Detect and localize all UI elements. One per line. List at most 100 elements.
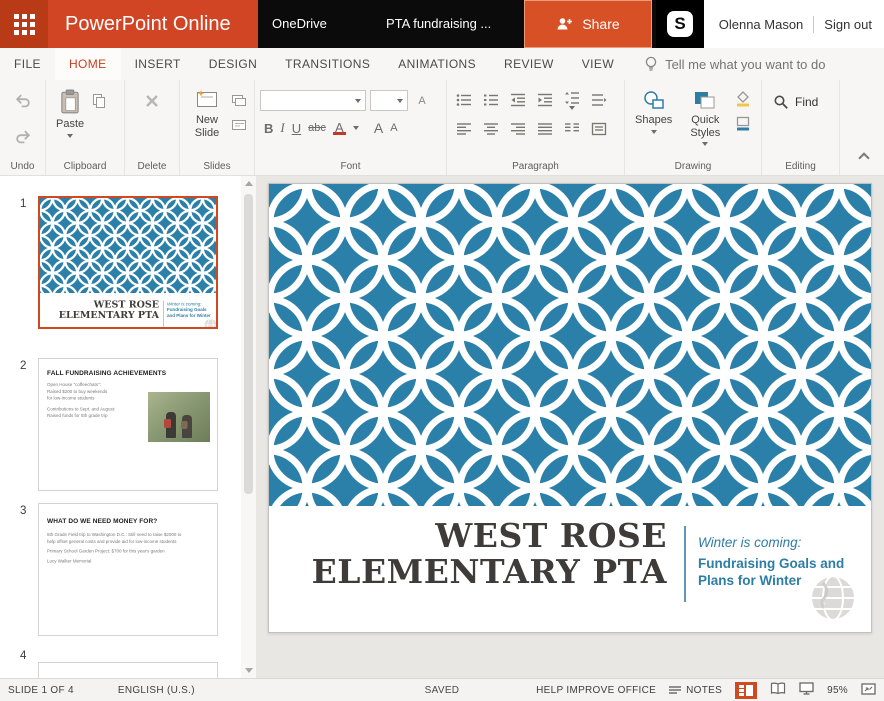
- slideshow-icon: [799, 682, 814, 695]
- find-button[interactable]: Find: [773, 94, 828, 110]
- editing-view-button[interactable]: [735, 682, 757, 699]
- notes-icon: [669, 685, 681, 695]
- tell-me-box[interactable]: Tell me what you want to do: [644, 48, 825, 80]
- tab-design[interactable]: DESIGN: [195, 48, 271, 80]
- clear-formatting-button[interactable]: A: [412, 92, 432, 110]
- slideshow-view-button[interactable]: [799, 682, 814, 698]
- font-name-combobox[interactable]: [260, 90, 366, 111]
- tab-review[interactable]: REVIEW: [490, 48, 568, 80]
- paste-button[interactable]: Paste: [51, 86, 89, 157]
- numbering-icon: [483, 92, 499, 108]
- bullets-button[interactable]: [452, 89, 476, 111]
- tab-insert[interactable]: INSERT: [121, 48, 195, 80]
- tab-file[interactable]: FILE: [0, 48, 55, 80]
- fit-slide-button[interactable]: [861, 683, 876, 698]
- columns-icon: [564, 121, 580, 137]
- paste-icon: [58, 89, 82, 115]
- text-direction-button[interactable]: [587, 89, 611, 111]
- skype-button[interactable]: S: [656, 0, 704, 48]
- share-person-icon: [556, 16, 573, 32]
- delete-x-icon: [144, 93, 160, 109]
- font-size-combobox[interactable]: [370, 90, 408, 111]
- scrollbar-thumb[interactable]: [244, 194, 253, 494]
- slide-layout-button[interactable]: [229, 116, 249, 134]
- thumb3-body: 5th Grade Field trip to Washington D.C.:…: [47, 532, 212, 565]
- justify-button[interactable]: [533, 118, 557, 140]
- tab-animations[interactable]: ANIMATIONS: [384, 48, 490, 80]
- find-label: Find: [795, 95, 818, 109]
- scroll-up-button[interactable]: [241, 176, 256, 191]
- user-name[interactable]: Olenna Mason: [719, 17, 804, 32]
- slide-thumbnail-1[interactable]: WEST ROSE ELEMENTARY PTA Winter is comin…: [38, 196, 218, 329]
- tab-view[interactable]: VIEW: [568, 48, 628, 80]
- collapse-ribbon-button[interactable]: [860, 149, 868, 167]
- scroll-down-button[interactable]: [241, 663, 256, 678]
- shapes-button[interactable]: Shapes: [630, 86, 677, 157]
- copy-button[interactable]: [89, 92, 109, 110]
- align-left-button[interactable]: [452, 118, 476, 140]
- align-right-button[interactable]: [506, 118, 530, 140]
- ribbon-spacer: [840, 80, 884, 175]
- slide-pattern-graphic[interactable]: [269, 184, 871, 506]
- quick-styles-label: Quick Styles: [682, 114, 728, 139]
- document-title[interactable]: PTA fundraising ...: [386, 0, 491, 48]
- slide-editor[interactable]: WEST ROSE ELEMENTARY PTA Winter is comin…: [268, 183, 872, 633]
- notes-button[interactable]: NOTES: [669, 685, 722, 696]
- app-title[interactable]: PowerPoint Online: [48, 0, 258, 48]
- share-button[interactable]: Share: [524, 0, 652, 48]
- zoom-level-button[interactable]: 95%: [827, 685, 848, 696]
- share-label: Share: [582, 16, 619, 32]
- decrease-indent-button[interactable]: [506, 89, 530, 111]
- underline-button[interactable]: U: [292, 121, 301, 136]
- thumbnail-scrollbar[interactable]: [241, 176, 256, 678]
- tab-home[interactable]: HOME: [55, 48, 121, 80]
- undo-button[interactable]: [11, 90, 35, 112]
- align-right-icon: [510, 121, 526, 137]
- quick-styles-button[interactable]: Quick Styles: [677, 86, 733, 157]
- duplicate-slide-button[interactable]: [229, 92, 249, 110]
- app-launcher-button[interactable]: [0, 0, 48, 48]
- italic-button[interactable]: I: [280, 120, 284, 136]
- ribbon-group-clipboard: Paste Clipboard: [46, 80, 125, 175]
- language-button[interactable]: ENGLISH (U.S.): [118, 685, 195, 696]
- line-spacing-button[interactable]: [560, 89, 584, 111]
- new-slide-button[interactable]: New Slide: [185, 86, 229, 157]
- align-center-button[interactable]: [479, 118, 503, 140]
- slide-thumbnail-4[interactable]: [38, 662, 218, 678]
- ribbon: Undo Paste Clipboard Delete New Slide: [0, 80, 884, 176]
- thumb1-title: WEST ROSE ELEMENTARY PTA: [59, 300, 159, 321]
- ribbon-group-delete: Delete: [125, 80, 180, 175]
- align-text-button[interactable]: [587, 118, 611, 140]
- font-color-button[interactable]: A: [333, 121, 346, 135]
- content-area: 1: [0, 176, 884, 678]
- group-label-editing: Editing: [762, 161, 839, 172]
- shape-outline-button[interactable]: [733, 114, 753, 132]
- shrink-font-button[interactable]: A: [390, 122, 397, 134]
- triangle-down-icon: [245, 668, 253, 673]
- redo-button[interactable]: [11, 126, 35, 148]
- align-left-icon: [456, 121, 472, 137]
- group-label-delete: Delete: [125, 161, 179, 172]
- font-size-caret: [397, 99, 403, 103]
- strikethrough-button[interactable]: abc: [308, 122, 326, 134]
- thumb2-photo: [148, 392, 210, 442]
- shape-fill-button[interactable]: [733, 90, 753, 108]
- numbering-button[interactable]: [479, 89, 503, 111]
- new-slide-icon: [195, 89, 219, 111]
- onedrive-link[interactable]: OneDrive: [272, 0, 327, 48]
- delete-button[interactable]: [140, 90, 164, 112]
- reading-view-button[interactable]: [770, 682, 786, 698]
- slide-thumbnail-3[interactable]: WHAT DO WE NEED MONEY FOR? 5th Grade Fie…: [38, 503, 218, 636]
- bold-button[interactable]: B: [264, 121, 273, 136]
- columns-button[interactable]: [560, 118, 584, 140]
- increase-indent-button[interactable]: [533, 89, 557, 111]
- sign-out-link[interactable]: Sign out: [824, 17, 872, 32]
- tab-transitions[interactable]: TRANSITIONS: [271, 48, 384, 80]
- grow-font-button[interactable]: A: [374, 120, 383, 136]
- shapes-caret: [651, 130, 657, 134]
- align-text-icon: [591, 121, 607, 137]
- help-improve-office-link[interactable]: HELP IMPROVE OFFICE: [536, 685, 656, 696]
- ribbon-group-editing: Find Editing: [762, 80, 840, 175]
- slide-title[interactable]: WEST ROSE ELEMENTARY PTA: [312, 518, 667, 589]
- slide-thumbnail-2[interactable]: FALL FUNDRAISING ACHIEVEMENTS Open House…: [38, 358, 218, 491]
